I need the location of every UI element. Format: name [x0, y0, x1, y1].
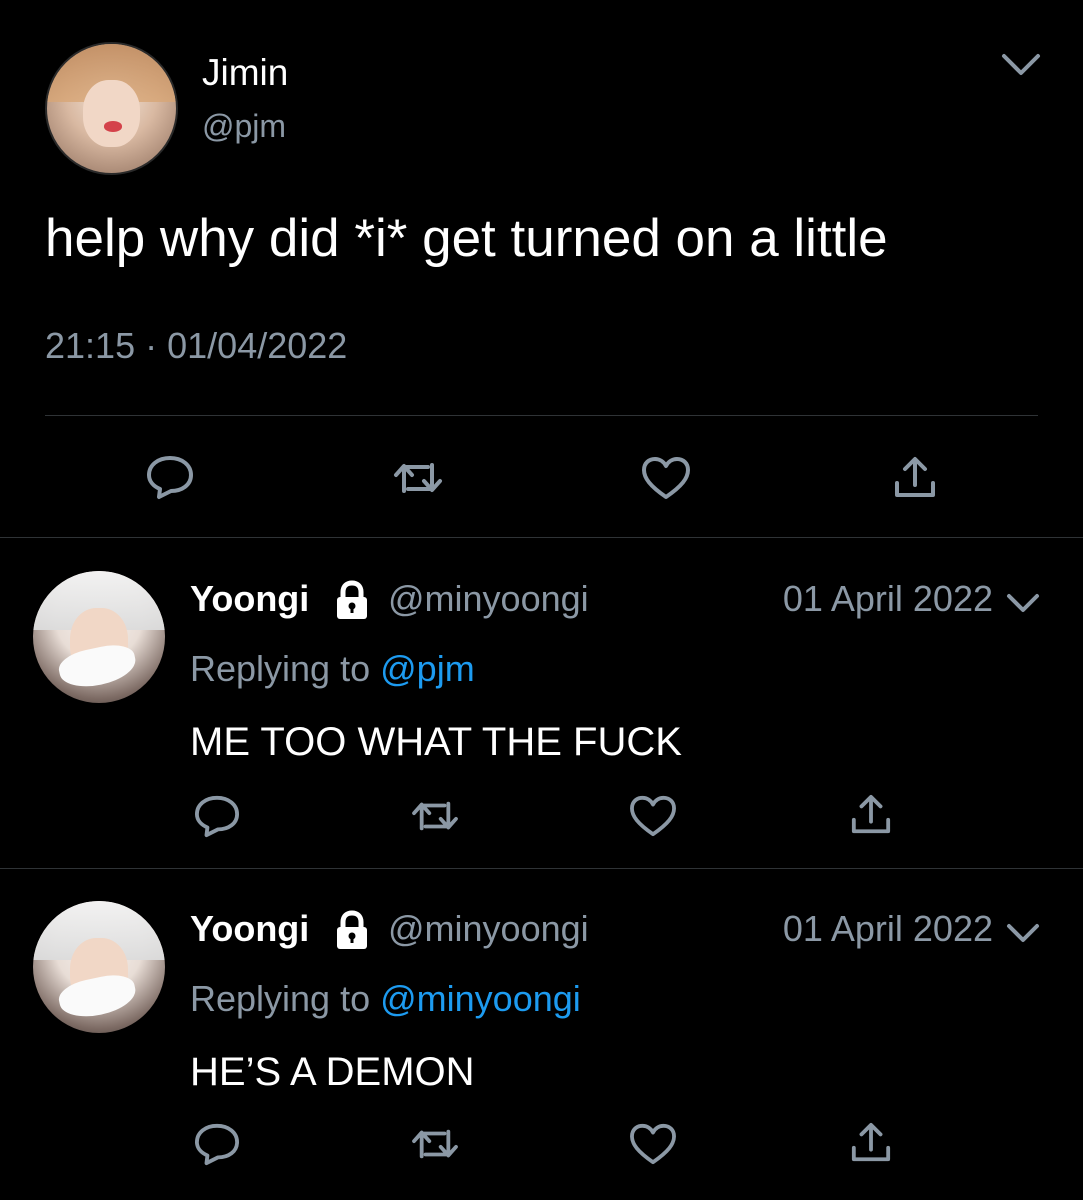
reply-icon[interactable]: [193, 794, 241, 838]
reply-icon[interactable]: [193, 1122, 241, 1166]
chevron-down-icon[interactable]: [1005, 590, 1041, 621]
retweet-icon[interactable]: [410, 1124, 460, 1164]
replying-prefix: Replying to: [190, 978, 371, 1019]
meta-separator: ·: [145, 325, 158, 366]
replying-prefix: Replying to: [190, 648, 371, 689]
reply-date: 01 April 2022: [782, 908, 993, 949]
chevron-down-icon[interactable]: [1005, 920, 1041, 951]
mention-link[interactable]: @minyoongi: [380, 978, 581, 1019]
like-icon[interactable]: [628, 1122, 678, 1166]
reply-author-handle[interactable]: @minyoongi: [388, 908, 589, 950]
chevron-down-icon[interactable]: [1000, 50, 1042, 85]
avatar-yoongi[interactable]: [33, 901, 165, 1033]
replying-to: Replying to @pjm: [190, 648, 475, 690]
avatar-jimin[interactable]: [45, 42, 178, 175]
tweet-timestamp: 21:15 · 01/04/2022: [45, 325, 347, 367]
tweet-time: 21:15: [45, 325, 136, 366]
retweet-icon[interactable]: [410, 796, 460, 836]
reply-author-handle[interactable]: @minyoongi: [388, 578, 589, 620]
reply-author-name[interactable]: Yoongi: [190, 578, 309, 620]
divider: [45, 415, 1038, 416]
like-icon[interactable]: [628, 794, 678, 838]
lock-icon: [330, 908, 374, 957]
lock-icon: [330, 578, 374, 627]
reply-text: ME TOO WHAT THE FUCK: [190, 720, 682, 764]
main-author-handle[interactable]: @pjm: [202, 108, 286, 145]
share-icon[interactable]: [893, 455, 937, 501]
like-icon[interactable]: [640, 455, 692, 501]
reply-date: 01 April 2022: [782, 578, 993, 619]
retweet-icon[interactable]: [392, 457, 444, 499]
reply-author-name[interactable]: Yoongi: [190, 908, 309, 950]
share-icon[interactable]: [850, 793, 892, 837]
main-author-name[interactable]: Jimin: [202, 52, 288, 94]
tweet-text: help why did *i* get turned on a little: [45, 209, 888, 268]
main-tweet: Jimin @pjm help why did *i* get turned o…: [0, 0, 1083, 538]
reply-text: HE’S A DEMON: [190, 1050, 475, 1094]
avatar-yoongi[interactable]: [33, 571, 165, 703]
replying-to: Replying to @minyoongi: [190, 978, 581, 1020]
reply-tweet[interactable]: Yoongi @minyoongi 01 April 2022 Replying…: [0, 868, 1083, 1200]
tweet-date: 01/04/2022: [167, 325, 348, 366]
reply-tweet[interactable]: Yoongi @minyoongi 01 April 2022 Replying…: [0, 538, 1083, 869]
reply-icon[interactable]: [145, 454, 195, 500]
share-icon[interactable]: [850, 1121, 892, 1165]
mention-link[interactable]: @pjm: [380, 648, 475, 689]
